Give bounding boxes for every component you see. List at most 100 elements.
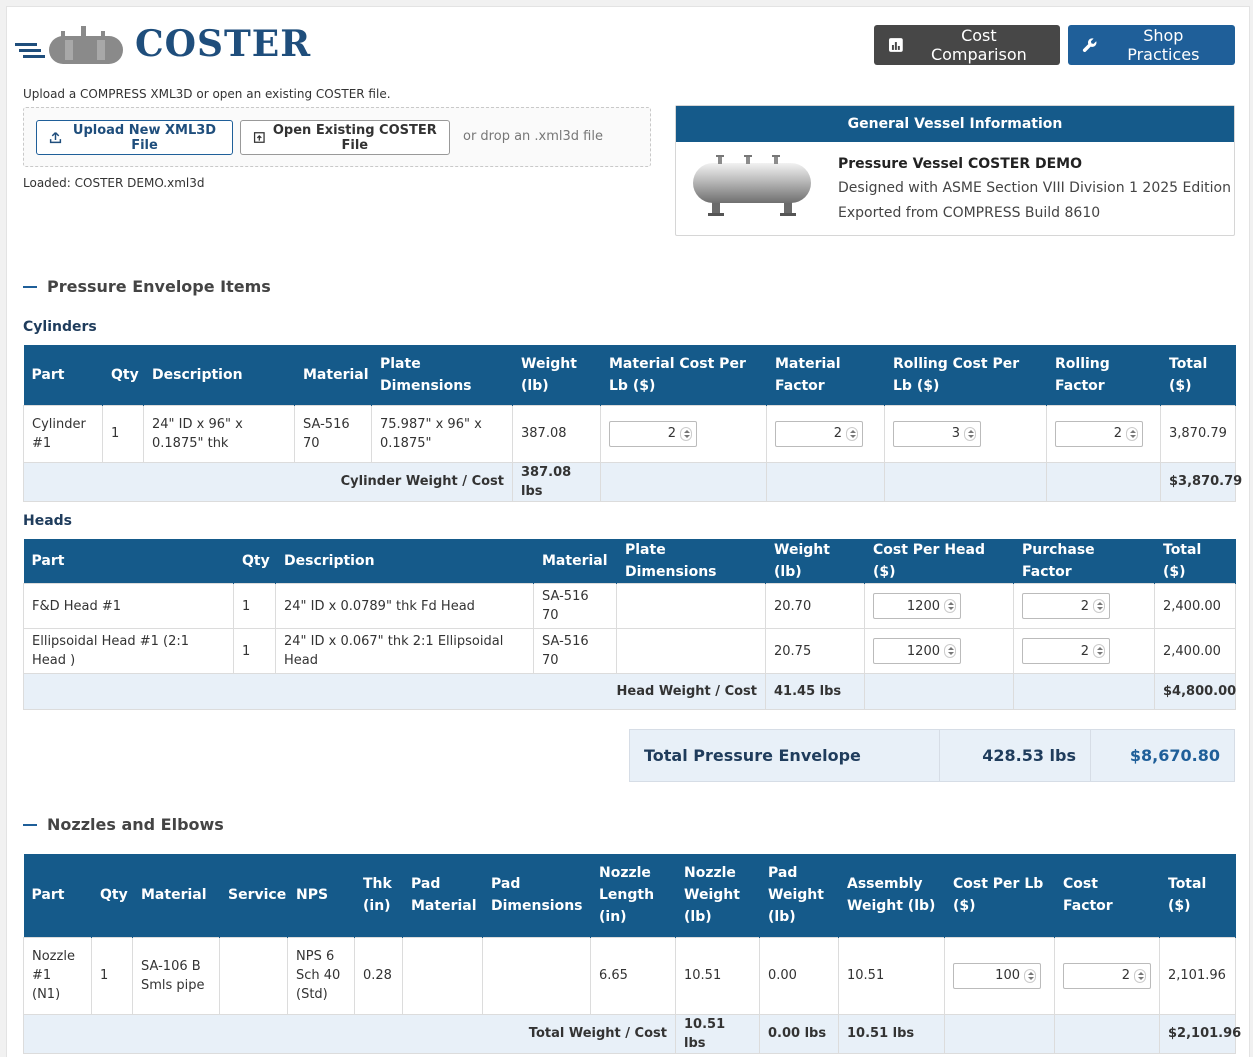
cell-cost-per-lb: 100 (944, 936, 1055, 1015)
cost-factor-input[interactable]: 2 (1063, 962, 1151, 989)
logo[interactable]: COSTER (15, 19, 311, 69)
material-factor-value: 2 (833, 426, 842, 441)
open-coster-file-button[interactable]: Open Existing COSTER File (240, 120, 450, 155)
general-vessel-info-title: General Vessel Information (676, 106, 1234, 142)
col-header: Plate Dimensions (616, 539, 766, 584)
spinner-icon[interactable] (846, 426, 858, 441)
spinner-icon[interactable] (1024, 968, 1036, 983)
spinner-icon[interactable] (964, 426, 976, 441)
cell-material-cost: 2 (600, 404, 767, 463)
material-factor-input[interactable]: 2 (775, 420, 863, 447)
spinner-icon[interactable] (1093, 599, 1105, 613)
cylinders-header-row: Part Qty Description Material Plate Dime… (23, 345, 1236, 405)
table-row: Ellipsoidal Head #1 (2:1 Head ) 1 24" ID… (23, 628, 1236, 674)
nozzles-section-toggle[interactable]: Nozzles and Elbows (23, 815, 224, 834)
cylinders-summary-row: Cylinder Weight / Cost 387.08 lbs $3,870… (23, 461, 1242, 502)
nozzles-table: Part Qty Material Service NPS Thk (in) P… (23, 854, 1241, 1054)
summary-total: $4,800.00 (1154, 673, 1236, 710)
pressure-envelope-section-toggle[interactable]: Pressure Envelope Items (23, 277, 271, 296)
nozzles-title: Nozzles and Elbows (47, 815, 224, 834)
upload-hint: Upload a COMPRESS XML3D or open an exist… (23, 87, 391, 101)
cost-per-head-input[interactable]: 1200 (873, 593, 961, 619)
col-header: Cost Factor (1054, 854, 1160, 937)
rolling-cost-input[interactable]: 3 (893, 420, 981, 447)
total-pressure-envelope-label: Total Pressure Envelope (630, 730, 940, 781)
cell-pad-dimensions (482, 936, 591, 1015)
purchase-factor-input[interactable]: 2 (1022, 638, 1110, 664)
summary-empty (766, 461, 885, 502)
cost-per-lb-value: 100 (995, 968, 1020, 983)
col-header: Material (533, 539, 617, 584)
purchase-factor-value: 2 (1080, 643, 1089, 659)
cell-total: 3,870.79 (1160, 404, 1236, 463)
col-header: Qty (91, 854, 133, 937)
cell-part: Cylinder #1 (23, 404, 103, 463)
summary-weight: 387.08 lbs (512, 461, 601, 502)
spinner-icon[interactable] (1093, 644, 1105, 658)
heads-summary-row: Head Weight / Cost 41.45 lbs $4,800.00 (23, 673, 1236, 710)
summary-weight: 41.45 lbs (765, 673, 865, 710)
col-header: Qty (233, 539, 276, 584)
summary-label: Cylinder Weight / Cost (23, 461, 513, 502)
upload-xml3d-button[interactable]: Upload New XML3D File (36, 120, 233, 155)
cell-description: 24" ID x 0.0789" thk Fd Head (275, 583, 534, 629)
logo-vessel-icon (15, 26, 123, 64)
vessel-name: Pressure Vessel COSTER DEMO (838, 156, 1083, 172)
shop-practices-label: Shop Practices (1127, 26, 1200, 64)
col-header: Pad Weight (lb) (759, 854, 839, 937)
col-header: Rolling Cost Per Lb ($) (884, 345, 1047, 405)
cell-cost-per-head: 1200 (864, 583, 1014, 629)
spinner-icon[interactable] (944, 599, 956, 613)
cost-comparison-label: Cost Comparison (930, 26, 1027, 64)
cell-part: Nozzle #1 (N1) (23, 936, 92, 1015)
cell-rolling-factor: 2 (1046, 404, 1161, 463)
cell-plate-dimensions (616, 628, 766, 674)
cell-purchase-factor: 2 (1013, 583, 1155, 629)
cell-plate-dimensions (616, 583, 766, 629)
spinner-icon[interactable] (944, 644, 956, 658)
col-header: Pad Material (402, 854, 483, 937)
summary-nozzle-weight: 10.51 lbs (675, 1013, 760, 1054)
summary-total: $2,101.96 (1159, 1013, 1241, 1054)
rolling-cost-value: 3 (951, 426, 960, 441)
cost-per-head-input[interactable]: 1200 (873, 638, 961, 664)
cell-thk: 0.28 (354, 936, 403, 1015)
summary-empty (864, 673, 1014, 710)
rolling-factor-input[interactable]: 2 (1055, 420, 1143, 447)
purchase-factor-value: 2 (1080, 598, 1089, 614)
col-header: Material Cost Per Lb ($) (600, 345, 767, 405)
col-header: Cost Per Head ($) (864, 539, 1014, 584)
shop-practices-button[interactable]: Shop Practices (1068, 25, 1235, 65)
purchase-factor-input[interactable]: 2 (1022, 593, 1110, 619)
cost-per-head-value: 1200 (906, 643, 940, 659)
col-header: Description (143, 345, 295, 405)
logo-text: COSTER (135, 23, 312, 65)
cost-comparison-button[interactable]: Cost Comparison (874, 25, 1060, 65)
nozzles-summary-row: Total Weight / Cost 10.51 lbs 0.00 lbs 1… (23, 1013, 1241, 1054)
cell-total: 2,101.96 (1159, 936, 1236, 1015)
spinner-icon[interactable] (680, 426, 692, 441)
summary-assembly-weight: 10.51 lbs (838, 1013, 945, 1054)
cell-part: Ellipsoidal Head #1 (2:1 Head ) (23, 628, 234, 674)
cell-pad-material (402, 936, 483, 1015)
col-header: Nozzle Weight (lb) (675, 854, 760, 937)
material-cost-value: 2 (667, 426, 676, 441)
col-header: Description (275, 539, 534, 584)
spinner-icon[interactable] (1134, 968, 1146, 983)
material-cost-input[interactable]: 2 (609, 420, 697, 447)
col-header: Part (23, 345, 103, 405)
cell-description: 24" ID x 0.067" thk 2:1 Ellipsoidal Head (275, 628, 534, 674)
col-header: Part (23, 539, 234, 584)
cell-qty: 1 (91, 936, 133, 1015)
drop-zone[interactable]: Upload New XML3D File Open Existing COST… (23, 107, 651, 167)
cell-material: SA-516 70 (294, 404, 372, 463)
spinner-icon[interactable] (1126, 426, 1138, 441)
cell-material: SA-516 70 (533, 628, 617, 674)
cell-rolling-cost: 3 (884, 404, 1047, 463)
cell-qty: 1 (233, 628, 276, 674)
cell-weight: 20.75 (765, 628, 865, 674)
summary-total: $3,870.79 (1160, 461, 1242, 502)
col-header: Weight (lb) (512, 345, 601, 405)
cost-per-lb-input[interactable]: 100 (953, 962, 1041, 989)
table-row: Nozzle #1 (N1) 1 SA-106 B Smls pipe NPS … (23, 936, 1236, 1015)
